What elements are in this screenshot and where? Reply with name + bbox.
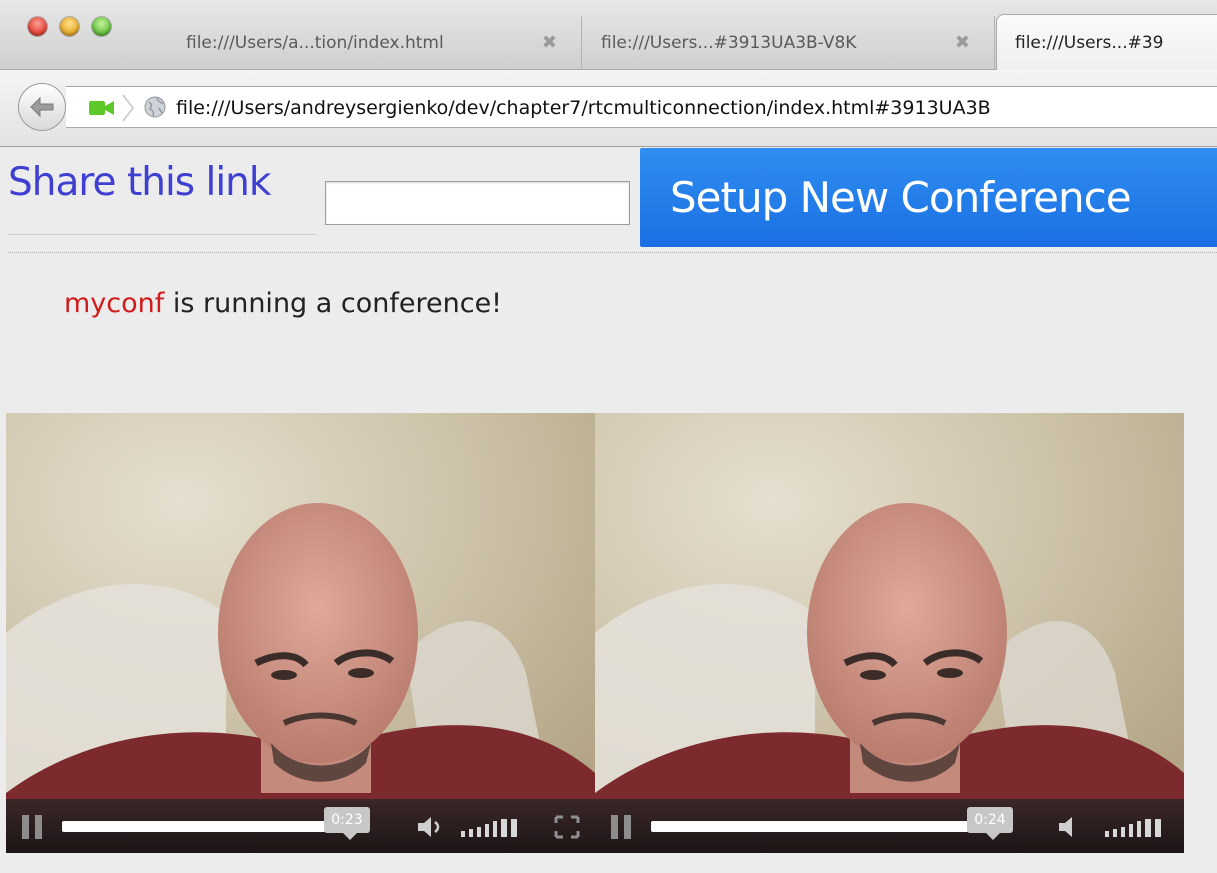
volume-icon[interactable] — [1057, 815, 1077, 839]
tab-2-label: file:///Users...#3913UA3B-V8K — [601, 33, 857, 53]
conference-status: myconf is running a conference! — [64, 288, 502, 319]
video-camera-icon — [89, 101, 114, 115]
seek-bar[interactable]: 0:24 — [651, 807, 1013, 840]
share-link-underline — [8, 234, 316, 235]
minimize-window-button[interactable] — [60, 17, 79, 36]
address-url[interactable]: file:///Users/andreysergienko/dev/chapte… — [176, 97, 991, 119]
volume-level-icon[interactable] — [461, 815, 525, 839]
video-player-2[interactable]: 0:24 — [595, 413, 1184, 853]
tab-3-label: file:///Users...#39 — [1015, 33, 1164, 53]
zoom-window-button[interactable] — [92, 17, 111, 36]
tab-1-label: file:///Users/a...tion/index.html — [186, 33, 444, 53]
pause-icon[interactable] — [611, 815, 633, 839]
video-player-1[interactable]: 0:23 — [6, 413, 595, 853]
close-icon[interactable]: ✖ — [955, 32, 970, 53]
close-window-button[interactable] — [28, 17, 47, 36]
divider — [8, 252, 1217, 253]
close-icon[interactable]: ✖ — [542, 32, 557, 53]
fullscreen-icon[interactable] — [554, 815, 580, 839]
seek-bar-progress — [62, 821, 352, 832]
setup-new-conference-button[interactable]: Setup New Conference — [640, 148, 1217, 247]
seek-bar-progress — [651, 821, 996, 832]
back-button[interactable] — [18, 83, 66, 131]
time-tooltip: 0:24 — [967, 807, 1013, 840]
video-frame — [595, 413, 1184, 853]
volume-icon[interactable] — [416, 815, 450, 839]
browser-toolbar: file:///Users/andreysergienko/dev/chapte… — [0, 70, 1217, 147]
video-controls: 0:24 — [595, 799, 1184, 853]
back-arrow-icon — [30, 96, 54, 118]
tab-1[interactable]: file:///Users/a...tion/index.html ✖ — [168, 16, 582, 70]
tab-2[interactable]: file:///Users...#3913UA3B-V8K ✖ — [583, 16, 995, 70]
pause-icon[interactable] — [22, 815, 44, 839]
tab-3-active[interactable]: file:///Users...#39 — [996, 14, 1217, 71]
globe-icon — [144, 96, 166, 118]
video-controls: 0:23 — [6, 799, 595, 853]
tab-bar: file:///Users/a...tion/index.html ✖ file… — [0, 0, 1217, 71]
conference-owner: myconf — [64, 288, 165, 319]
share-link-input[interactable] — [325, 181, 630, 225]
conference-status-text: is running a conference! — [164, 288, 503, 319]
volume-level-icon[interactable] — [1105, 815, 1169, 839]
share-link-label: Share this link — [8, 160, 271, 205]
seek-bar[interactable]: 0:23 — [62, 807, 370, 840]
chevron-right-icon — [122, 94, 134, 122]
video-frame — [6, 413, 595, 853]
time-tooltip: 0:23 — [324, 807, 370, 840]
